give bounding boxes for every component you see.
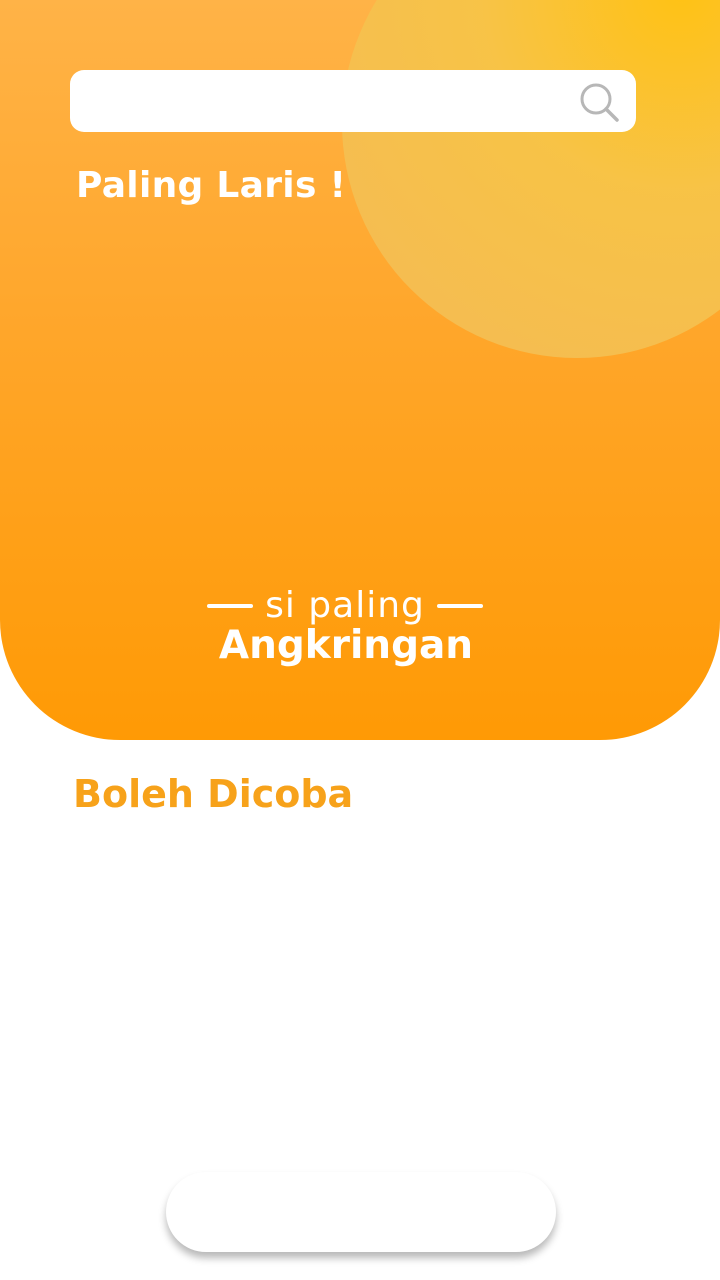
brand-name: Angkringan — [218, 623, 474, 668]
search-input[interactable] — [88, 70, 572, 134]
tagline-small-text: si paling — [265, 585, 425, 626]
brand-tagline: si paling Angkringan — [0, 584, 690, 668]
hero-banner: Paling Laris ! si paling Angkringan — [0, 0, 720, 740]
decorative-circle — [342, 0, 720, 358]
best-seller-title: Paling Laris ! — [76, 165, 347, 206]
search-icon[interactable] — [577, 80, 621, 124]
recommendation-title: Boleh Dicoba — [73, 772, 354, 816]
right-dash-divider — [436, 604, 483, 608]
left-dash-divider — [207, 604, 254, 608]
search-bar[interactable] — [70, 70, 636, 134]
app-screen: Paling Laris ! si paling Angkringan Bole… — [0, 0, 720, 1280]
bottom-navigation-bar[interactable] — [166, 1172, 556, 1252]
tagline-top-row: si paling — [0, 584, 690, 628]
